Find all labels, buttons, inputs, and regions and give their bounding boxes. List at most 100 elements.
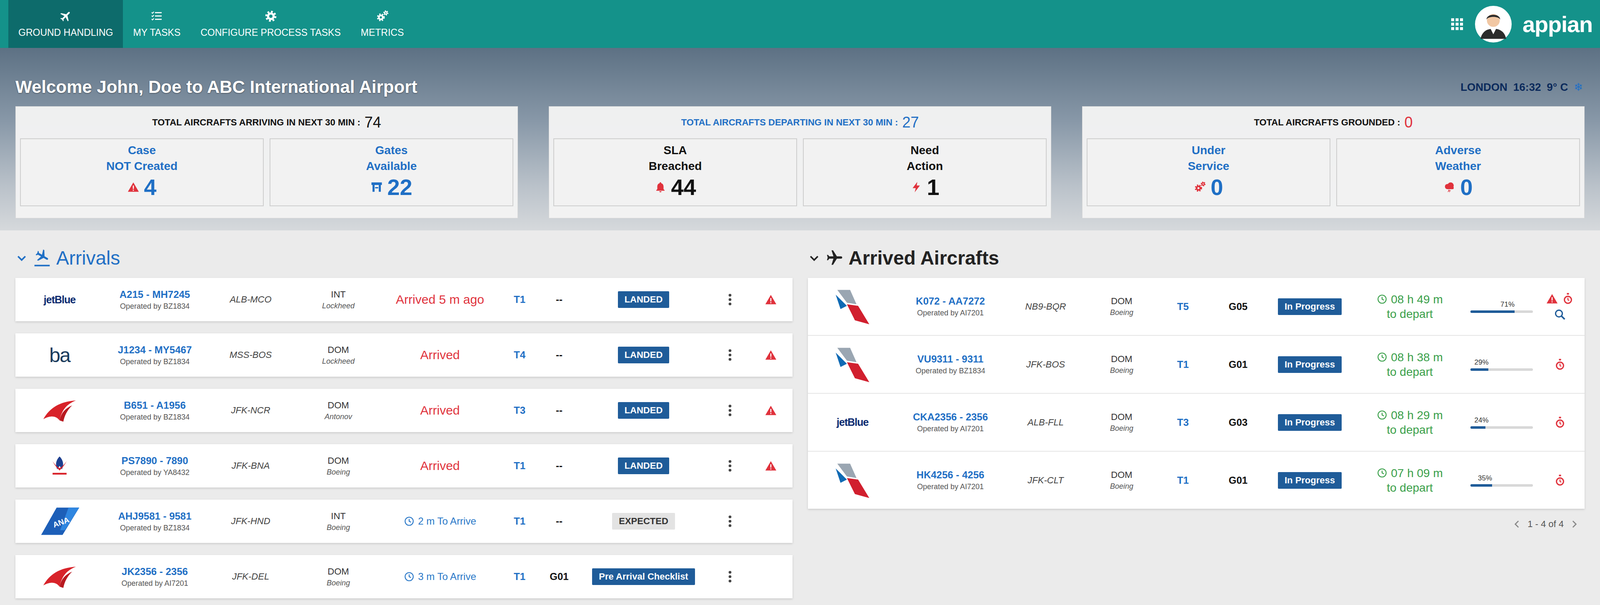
operator-text: Operated by AI7201 (917, 482, 984, 492)
stat-value-row: 4 (127, 174, 157, 200)
chevron-down-icon[interactable] (15, 251, 28, 265)
ba-logo: ba (49, 343, 70, 367)
more-menu-icon[interactable] (722, 458, 738, 474)
route-text: JFK-NCR (230, 405, 270, 416)
more-menu-icon[interactable] (722, 513, 738, 529)
chevron-left-icon[interactable] (1511, 518, 1523, 530)
warning-icon[interactable] (764, 404, 778, 417)
summary-cards: TOTAL AIRCRAFTS ARRIVING IN NEXT 30 MIN … (15, 106, 1585, 219)
flight-number[interactable]: HK4256 - 4256 (916, 469, 985, 481)
chevron-down-icon[interactable] (807, 251, 821, 265)
arrived-header[interactable]: Arrived Aircrafts (807, 245, 1585, 271)
route-text: JFK-DEL (232, 571, 270, 583)
stopwatch-icon[interactable] (1561, 292, 1575, 305)
plane-landing-icon (32, 248, 52, 268)
route-text: ALB-MCO (229, 294, 272, 305)
status-badge[interactable]: In Progress (1277, 472, 1342, 489)
progress-fill (1470, 310, 1515, 313)
flight-number[interactable]: AHJ9581 - 9581 (117, 510, 192, 523)
more-menu-icon[interactable] (722, 347, 738, 363)
chevron-right-icon[interactable] (1568, 518, 1580, 530)
flight-number[interactable]: J1234 - MY5467 (117, 344, 192, 356)
nav-tab[interactable]: METRICS (350, 0, 415, 48)
aircraft-text: Boeing (326, 578, 350, 588)
route-text: ALB-FLL (1027, 417, 1064, 428)
arrival-status: 2 m To Arrive (403, 515, 477, 528)
status-badge[interactable]: EXPECTED (612, 512, 675, 530)
warning-cell (764, 348, 778, 362)
route-text: JFK-BNA (231, 460, 270, 472)
status-badge[interactable]: In Progress (1277, 356, 1342, 373)
operator-text: Operated by AI7201 (121, 579, 188, 588)
warning-icon[interactable] (764, 348, 778, 362)
depart-caption: to depart (1386, 480, 1433, 495)
depart-time: 08 h 49 m (1390, 292, 1443, 307)
arrival-row[interactable]: ANAAHJ9581 - 9581Operated by BZ1834JFK-H… (15, 499, 793, 543)
arrival-row[interactable]: baJ1234 - MY5467Operated by BZ1834MSS-BO… (15, 333, 793, 377)
more-menu-icon[interactable] (722, 402, 738, 418)
status-badge[interactable]: In Progress (1277, 298, 1342, 315)
warning-cell (764, 293, 778, 306)
stopwatch-icon[interactable] (1553, 358, 1567, 371)
flight-number[interactable]: A215 - MH7245 (119, 288, 190, 301)
arrival-row[interactable]: PS7890 - 7890Operated by YA8432JFK-BNADO… (15, 444, 793, 488)
flight-number[interactable]: K072 - AA7272 (915, 295, 985, 308)
warning-icon[interactable] (764, 459, 778, 473)
terminal-text: T1 (1177, 358, 1189, 371)
scope-text: INT (330, 289, 346, 300)
progress-reading: 24% (1470, 416, 1489, 425)
aircraft-text: Lockheed (322, 301, 355, 311)
stopwatch-icon[interactable] (1553, 474, 1567, 487)
user-avatar-icon[interactable] (1475, 5, 1512, 43)
more-menu-icon[interactable] (722, 292, 738, 308)
nav-tab[interactable]: GROUND HANDLING (8, 0, 123, 48)
arrived-row[interactable]: VU9311 - 9311Operated by BZ1834JFK-BOSDO… (807, 335, 1585, 394)
nav-tab[interactable]: CONFIGURE PROCESS TASKS (190, 0, 351, 48)
aircraft-text: Boeing (1110, 308, 1134, 318)
flight-number[interactable]: VU9311 - 9311 (917, 353, 984, 365)
nav-tab[interactable]: MY TASKS (122, 0, 191, 48)
gate-text: G01 (1228, 474, 1248, 487)
route-text: JFK-HND (230, 515, 270, 527)
arrived-row[interactable]: HK4256 - 4256Operated by AI7201JFK-CLTDO… (807, 451, 1585, 509)
status-badge[interactable]: LANDED (617, 291, 670, 308)
stat-box[interactable]: NeedAction1 (802, 138, 1047, 207)
aircraft-text: Boeing (1110, 424, 1134, 433)
status-badge[interactable]: In Progress (1277, 414, 1342, 431)
clock-icon (1376, 293, 1388, 305)
search-icon[interactable] (1553, 308, 1567, 321)
arrived-row[interactable]: jetBlueCKA2356 - 2356Operated by AI7201A… (807, 393, 1585, 452)
stat-box[interactable]: AdverseWeather0 (1336, 138, 1580, 207)
arrival-row[interactable]: JK2356 - 2356Operated by AI7201JFK-DELDO… (15, 555, 793, 599)
flight-number[interactable]: JK2356 - 2356 (121, 565, 188, 578)
progress-reading: 71% (1470, 300, 1515, 309)
more-menu-icon[interactable] (722, 569, 738, 585)
arrival-status: Arrived (420, 347, 460, 363)
arrivals-header[interactable]: Arrivals (15, 245, 793, 271)
time-to-depart: 07 h 09 mto depart (1376, 465, 1443, 495)
flight-type: DOMLockheed (322, 344, 355, 366)
flight-number[interactable]: CKA2356 - 2356 (912, 411, 988, 423)
warning-icon[interactable] (764, 293, 778, 306)
arrival-row[interactable]: jetBlueA215 - MH7245Operated by BZ1834AL… (15, 277, 793, 322)
warning-icon[interactable] (1545, 292, 1559, 305)
flight-number[interactable]: B651 - A1956 (123, 399, 186, 412)
status-badge[interactable]: LANDED (617, 402, 670, 419)
stat-box[interactable]: GatesAvailable22 (269, 138, 514, 207)
airline-logo: jetBlue (836, 416, 869, 429)
stat-box[interactable]: SLABreached44 (553, 138, 798, 207)
turnaround-progress: 71% (1470, 300, 1533, 313)
status-badge[interactable]: LANDED (617, 346, 670, 364)
stat-box[interactable]: UnderService0 (1086, 138, 1331, 207)
app-grid-icon[interactable] (1450, 17, 1465, 32)
arrived-row[interactable]: K072 - AA7272Operated by AI7201NB9-BQRDO… (807, 277, 1585, 336)
arrival-row[interactable]: B651 - A1956Operated by BZ1834JFK-NCRDOM… (15, 388, 793, 433)
status-badge[interactable]: LANDED (617, 457, 670, 475)
terminal-text: T1 (1177, 474, 1189, 487)
plane-icon (59, 9, 73, 23)
stat-label: SLA (663, 142, 688, 159)
status-badge[interactable]: Pre Arrival Checklist (592, 568, 695, 585)
stopwatch-icon[interactable] (1553, 416, 1567, 429)
stat-box[interactable]: CaseNOT Created4 (20, 138, 264, 207)
flight-number[interactable]: PS7890 - 7890 (121, 455, 188, 467)
